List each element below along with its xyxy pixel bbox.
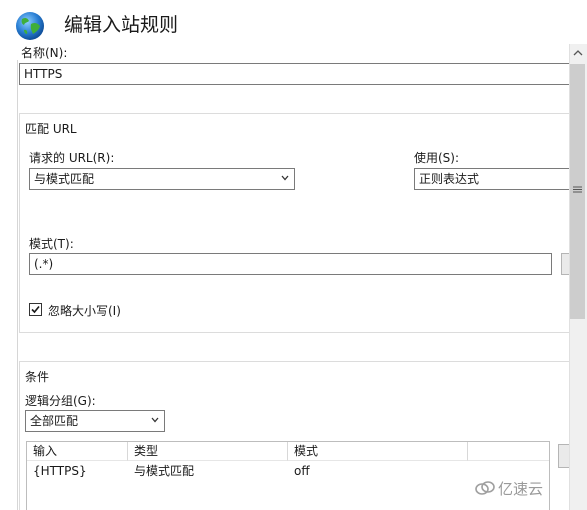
using-label: 使用(S): <box>414 151 460 165</box>
using-select[interactable]: 正则表达式 <box>414 168 579 190</box>
column-header-type[interactable]: 类型 <box>128 442 288 461</box>
chevron-down-icon <box>281 175 289 181</box>
ignore-case-label[interactable]: 忽略大小写(I) <box>48 302 121 319</box>
match-url-group <box>19 113 579 333</box>
cell-pattern: off <box>294 464 310 478</box>
conditions-table: 输入 类型 模式 {HTTPS} 与模式匹配 off <box>26 441 550 510</box>
ignore-case-checkbox[interactable] <box>29 303 42 316</box>
conditions-title: 条件 <box>25 370 50 384</box>
using-value: 正则表达式 <box>419 172 480 186</box>
cell-type: 与模式匹配 <box>134 464 195 478</box>
watermark-text: 亿速云 <box>498 480 544 498</box>
grip-icon <box>573 183 582 193</box>
watermark-logo-icon <box>474 479 496 497</box>
requested-url-select[interactable]: 与模式匹配 <box>29 168 295 190</box>
column-header-empty <box>468 442 549 461</box>
logical-group-value: 全部匹配 <box>30 414 79 428</box>
logical-group-label: 逻辑分组(G): <box>25 394 96 408</box>
name-input[interactable]: HTTPS <box>19 63 579 85</box>
match-url-title: 匹配 URL <box>25 122 77 136</box>
globe-icon <box>14 10 46 42</box>
column-header-pattern[interactable]: 模式 <box>288 442 468 461</box>
checkmark-icon <box>31 305 40 314</box>
dialog-title: 编辑入站规则 <box>64 14 179 36</box>
left-divider <box>17 60 18 510</box>
cell-input: {HTTPS} <box>33 464 87 478</box>
chevron-down-icon <box>151 417 159 423</box>
column-header-input[interactable]: 输入 <box>27 442 128 461</box>
pattern-label: 模式(T): <box>29 237 74 251</box>
pattern-input[interactable]: (.*) <box>29 253 552 275</box>
scroll-up-arrow-icon[interactable] <box>571 44 585 62</box>
requested-url-label: 请求的 URL(R): <box>29 151 115 165</box>
name-label: 名称(N): <box>21 46 68 60</box>
requested-url-value: 与模式匹配 <box>34 172 95 186</box>
logical-group-select[interactable]: 全部匹配 <box>25 410 165 432</box>
